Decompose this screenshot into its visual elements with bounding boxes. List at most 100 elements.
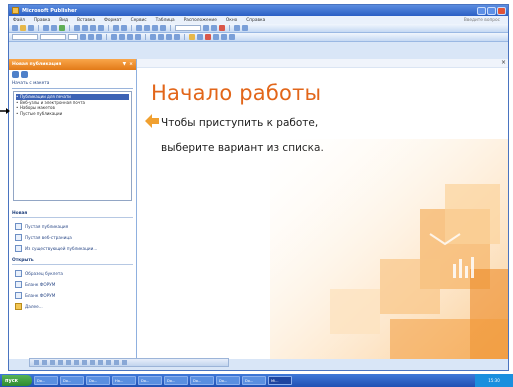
undo-icon[interactable] [113, 25, 119, 31]
dash-style-icon[interactable] [221, 34, 227, 40]
align-right-icon[interactable] [127, 34, 133, 40]
menu-edit[interactable]: Правка [34, 18, 50, 23]
select-tool-icon[interactable] [34, 360, 39, 365]
fill-color-icon[interactable] [189, 34, 195, 40]
taskbar-task[interactable]: Do... [164, 376, 188, 385]
forward-icon[interactable] [21, 71, 28, 78]
task-pane-close-icon[interactable]: × [129, 62, 133, 67]
cut-icon[interactable] [74, 25, 80, 31]
align-center-icon[interactable] [119, 34, 125, 40]
menu-file[interactable]: Файл [13, 18, 25, 23]
group-icon[interactable] [144, 25, 150, 31]
link-label: Образец буклета [25, 271, 63, 276]
taskbar-task[interactable]: Do... [34, 376, 58, 385]
taskbar-task[interactable]: Do... [242, 376, 266, 385]
arrow-style-icon[interactable] [229, 34, 235, 40]
toolbar-separator [170, 25, 171, 31]
hyperlink-icon[interactable] [234, 25, 240, 31]
link-label: Бланк ФОРУМ [25, 293, 56, 298]
paste-icon[interactable] [90, 25, 96, 31]
more-files-link[interactable]: Далее... [9, 301, 136, 312]
picture-tool-icon[interactable] [66, 360, 71, 365]
toolbar-separator [184, 34, 185, 40]
italic-icon[interactable] [88, 34, 94, 40]
web-preview-icon[interactable] [242, 25, 248, 31]
rotate-icon[interactable] [152, 25, 158, 31]
taskbar-task[interactable]: Mi... [268, 376, 292, 385]
rectangle-tool-icon[interactable] [106, 360, 111, 365]
spelling-icon[interactable] [59, 25, 65, 31]
font-size-select[interactable] [68, 34, 78, 40]
menu-window[interactable]: Окно [226, 18, 237, 23]
align-icon[interactable] [136, 25, 142, 31]
menu-tools[interactable]: Сервис [131, 18, 147, 23]
style-select[interactable] [12, 34, 38, 40]
justify-icon[interactable] [135, 34, 141, 40]
design-gallery-tool-icon[interactable] [122, 360, 127, 365]
recent-file-link[interactable]: Бланк ФОРУМ [9, 290, 136, 301]
arrow-tool-icon[interactable] [90, 360, 95, 365]
maximize-button[interactable] [487, 6, 496, 15]
clip-art-tool-icon[interactable] [74, 360, 79, 365]
taskbar-task[interactable]: Do... [138, 376, 162, 385]
preview-icon[interactable] [51, 25, 57, 31]
line-tool-icon[interactable] [82, 360, 87, 365]
wordart-tool-icon[interactable] [58, 360, 63, 365]
taskbar-task[interactable]: Do... [60, 376, 84, 385]
taskbar-task[interactable]: Do... [190, 376, 214, 385]
menu-format[interactable]: Формат [104, 18, 121, 23]
table-tool-icon[interactable] [50, 360, 55, 365]
publisher-logo-icon [12, 7, 19, 14]
minimize-button[interactable] [477, 6, 486, 15]
zoom-out-icon[interactable] [203, 25, 209, 31]
print-icon[interactable] [43, 25, 49, 31]
task-pane-dropdown-icon[interactable]: ▼ [123, 62, 127, 67]
line-color-icon[interactable] [197, 34, 203, 40]
numbering-icon[interactable] [150, 34, 156, 40]
recent-file-link[interactable]: Бланк ФОРУМ [9, 279, 136, 290]
help-search-input[interactable]: Введите вопрос [464, 18, 500, 23]
help-icon[interactable] [219, 25, 225, 31]
zoom-field[interactable] [175, 25, 201, 31]
menu-insert[interactable]: Вставка [77, 18, 95, 23]
from-existing-link[interactable]: Из существующей публикации... [9, 243, 136, 254]
menu-table[interactable]: Таблица [156, 18, 175, 23]
text-box-tool-icon[interactable] [42, 360, 47, 365]
zoom-in-icon[interactable] [211, 25, 217, 31]
list-item[interactable]: Пустые публикации [16, 111, 129, 117]
order-icon[interactable] [160, 25, 166, 31]
close-button[interactable] [497, 6, 506, 15]
font-color-icon[interactable] [205, 34, 211, 40]
menu-arrange[interactable]: Расположение [184, 18, 217, 23]
toolbar-separator [229, 25, 230, 31]
autoshapes-tool-icon[interactable] [114, 360, 119, 365]
save-icon[interactable] [28, 25, 34, 31]
taskbar-task[interactable]: Do... [216, 376, 240, 385]
format-painter-icon[interactable] [98, 25, 104, 31]
instruction-line-1: Чтобы приступить к работе, [161, 117, 319, 129]
font-select[interactable] [40, 34, 66, 40]
align-left-icon[interactable] [111, 34, 117, 40]
bold-icon[interactable] [80, 34, 86, 40]
taskbar-task[interactable]: Do... [86, 376, 110, 385]
recent-file-link[interactable]: Образец буклета [9, 268, 136, 279]
close-icon[interactable]: × [501, 59, 506, 66]
taskbar-task[interactable]: Ha... [112, 376, 136, 385]
blank-publication-link[interactable]: Пустая публикация [9, 221, 136, 232]
blank-web-page-link[interactable]: Пустая веб-страница [9, 232, 136, 243]
redo-icon[interactable] [121, 25, 127, 31]
increase-indent-icon[interactable] [174, 34, 180, 40]
copy-icon[interactable] [82, 25, 88, 31]
bullets-icon[interactable] [158, 34, 164, 40]
menu-help[interactable]: Справка [246, 18, 265, 23]
start-button[interactable]: пуск [2, 375, 32, 386]
underline-icon[interactable] [96, 34, 102, 40]
new-icon[interactable] [12, 25, 18, 31]
back-icon[interactable] [12, 71, 19, 78]
line-style-icon[interactable] [213, 34, 219, 40]
oval-tool-icon[interactable] [98, 360, 103, 365]
menu-view[interactable]: Вид [59, 18, 68, 23]
decrease-indent-icon[interactable] [166, 34, 172, 40]
open-icon[interactable] [20, 25, 26, 31]
system-tray-clock[interactable]: 15:30 [475, 374, 513, 387]
